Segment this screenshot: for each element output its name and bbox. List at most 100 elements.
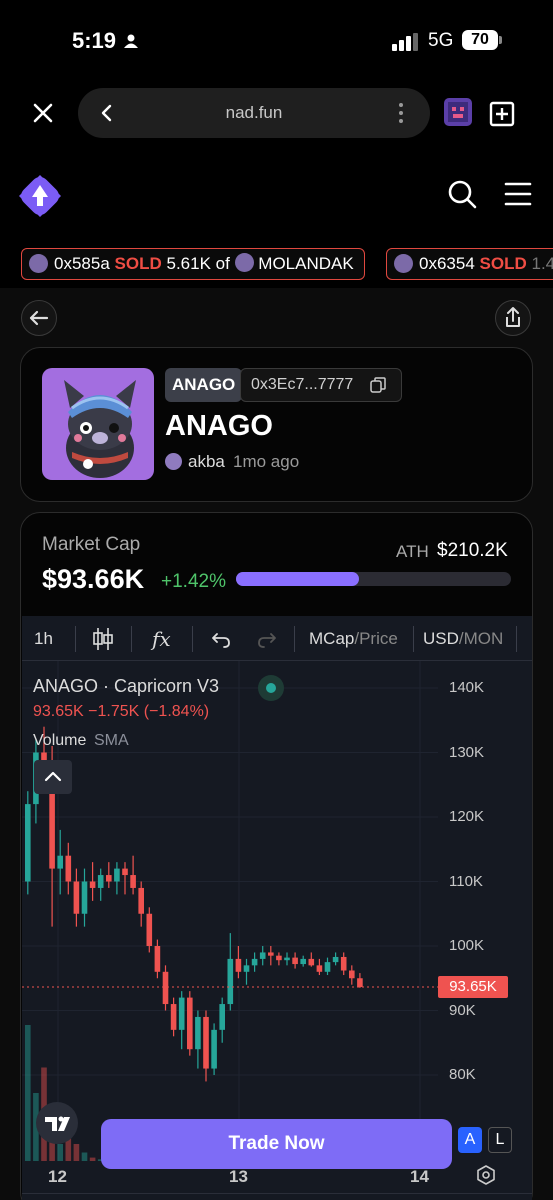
usd-option[interactable]: USD bbox=[423, 629, 459, 648]
mon-option[interactable]: MON bbox=[464, 629, 504, 648]
price-option[interactable]: Price bbox=[359, 629, 398, 648]
chart-legend-ohlc: 93.65K −1.75K (−1.84%) bbox=[33, 703, 210, 720]
candle-body bbox=[170, 1004, 177, 1030]
y-tick-label: 140K bbox=[449, 679, 485, 696]
person-icon bbox=[124, 34, 138, 48]
sma-indicator-label[interactable]: SMA bbox=[94, 732, 129, 750]
candle-body bbox=[300, 958, 306, 965]
candle-body bbox=[114, 868, 120, 882]
collapse-legend-button[interactable] bbox=[34, 760, 72, 794]
indicators-button[interactable]: fx bbox=[152, 624, 171, 654]
settings-icon[interactable] bbox=[475, 1164, 497, 1186]
log-scale-button[interactable]: L bbox=[488, 1127, 512, 1153]
mcap-price-toggle[interactable]: MCap/Price bbox=[309, 624, 398, 654]
share-button[interactable] bbox=[495, 300, 531, 336]
market-cap-label: Market Cap bbox=[42, 534, 141, 555]
candle-body bbox=[57, 855, 63, 869]
candle-body bbox=[235, 958, 242, 972]
candles bbox=[25, 726, 363, 1082]
token-avatar bbox=[234, 253, 254, 272]
y-tick-label: 100K bbox=[449, 937, 485, 954]
toolbar-separator bbox=[294, 626, 295, 652]
candle-body bbox=[292, 957, 298, 965]
candle-body bbox=[349, 970, 355, 979]
candle-body bbox=[324, 962, 331, 972]
ticker-address: 0x6354 bbox=[419, 254, 475, 273]
battery-tip bbox=[499, 36, 502, 44]
search-icon[interactable] bbox=[446, 178, 478, 210]
nadfun-logo-icon[interactable] bbox=[18, 174, 62, 218]
chevron-left-icon[interactable] bbox=[98, 100, 114, 126]
candle-body bbox=[138, 887, 144, 914]
url-text[interactable]: nad.fun bbox=[78, 88, 430, 138]
toolbar-separator bbox=[192, 626, 193, 652]
share-icon bbox=[506, 307, 520, 327]
ticker-amount: 5.61K of bbox=[166, 254, 230, 273]
volume-indicator-label[interactable]: Volume bbox=[33, 732, 86, 750]
more-vertical-icon[interactable] bbox=[396, 100, 406, 126]
candle-body bbox=[25, 804, 31, 882]
chevron-up-icon bbox=[44, 771, 62, 782]
ticker-token: MOLANDAK bbox=[258, 254, 354, 273]
volume-bar bbox=[81, 1152, 88, 1161]
candle-body bbox=[243, 965, 250, 972]
creator-name[interactable]: akba bbox=[188, 452, 225, 472]
candle-body bbox=[73, 881, 80, 914]
trade-ticker-item[interactable]: 0x585a SOLD 5.61K of MOLANDAK bbox=[21, 248, 365, 280]
currency-toggle[interactable]: USD/MON bbox=[423, 624, 515, 654]
undo-icon[interactable] bbox=[210, 628, 232, 650]
candle-body bbox=[146, 913, 153, 946]
candle-body bbox=[97, 875, 104, 888]
chart-bottom-divider bbox=[22, 1193, 532, 1194]
redo-icon[interactable] bbox=[256, 628, 278, 650]
signal-icon bbox=[392, 33, 418, 51]
volume-bar bbox=[57, 1144, 63, 1161]
toolbar-separator bbox=[75, 626, 76, 652]
trade-now-button[interactable]: Trade Now bbox=[101, 1119, 452, 1169]
candle-body bbox=[89, 881, 96, 888]
arrow-left-icon bbox=[29, 310, 49, 326]
creator-avatar[interactable] bbox=[165, 453, 182, 470]
toolbar-separator bbox=[413, 626, 414, 652]
site-favicon-icon[interactable] bbox=[444, 98, 472, 126]
menu-icon[interactable] bbox=[504, 180, 532, 208]
back-button[interactable] bbox=[21, 300, 57, 336]
candle-body bbox=[122, 868, 128, 876]
token-ticker-badge: ANAGO bbox=[165, 368, 243, 402]
copy-icon[interactable] bbox=[370, 377, 386, 393]
mcap-option[interactable]: MCap bbox=[309, 629, 354, 648]
candle-body bbox=[106, 875, 112, 882]
ticker-action: SOLD bbox=[114, 254, 162, 273]
token-age: 1mo ago bbox=[233, 452, 300, 471]
close-icon[interactable] bbox=[30, 100, 56, 126]
candles-icon[interactable] bbox=[92, 626, 114, 652]
candle-body bbox=[332, 956, 339, 963]
interval-button[interactable]: 1h bbox=[34, 624, 53, 654]
token-name: ANAGO bbox=[165, 410, 273, 442]
market-cap-value: $93.66K bbox=[42, 564, 145, 594]
candle-body bbox=[259, 952, 266, 959]
candle-body bbox=[65, 855, 72, 882]
new-tab-icon[interactable] bbox=[488, 100, 516, 128]
candle-body bbox=[154, 946, 161, 972]
candle-body bbox=[187, 997, 193, 1050]
volume-bar bbox=[25, 1025, 31, 1161]
y-tick-label: 90K bbox=[449, 1001, 476, 1019]
ath-label: ATH bbox=[396, 542, 429, 561]
candle-body bbox=[340, 956, 347, 971]
toolbar-separator bbox=[131, 626, 132, 652]
candle-body bbox=[195, 1016, 201, 1050]
auto-scale-button[interactable]: A bbox=[458, 1127, 482, 1153]
candle-body bbox=[284, 957, 290, 961]
tradingview-logo-icon[interactable] bbox=[36, 1102, 78, 1144]
x-tick-label: 13 bbox=[229, 1167, 248, 1186]
candle-body bbox=[130, 875, 136, 888]
battery-icon: 70 bbox=[462, 30, 498, 50]
toolbar-separator bbox=[516, 626, 517, 652]
trader-avatar bbox=[394, 254, 413, 273]
chart-legend-title: ANAGO · Capricorn V3 bbox=[33, 676, 220, 696]
current-price-label: 93.65K bbox=[438, 975, 508, 998]
trade-ticker-item[interactable]: 0x6354 SOLD 1.4 bbox=[386, 248, 553, 280]
market-cap-change: +1.42% bbox=[161, 571, 226, 592]
candle-body bbox=[219, 1004, 225, 1030]
